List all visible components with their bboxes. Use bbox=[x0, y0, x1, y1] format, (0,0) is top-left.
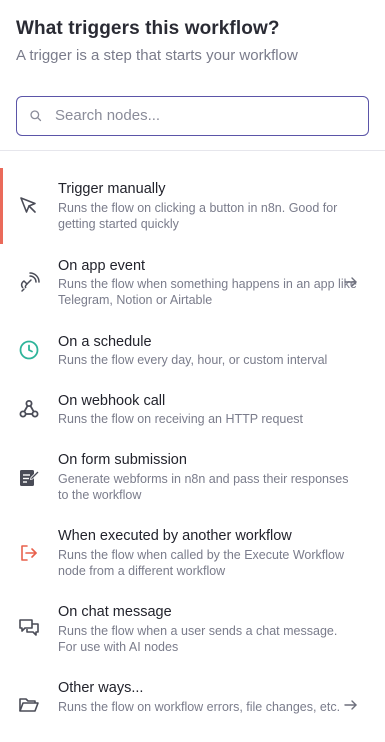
webhook-icon bbox=[19, 400, 39, 418]
panel-title: What triggers this workflow? bbox=[16, 18, 280, 39]
trigger-name: On app event bbox=[58, 258, 146, 274]
trigger-item-manual[interactable]: Trigger manually Runs the flow on clicki… bbox=[0, 168, 385, 244]
trigger-name: On webhook call bbox=[58, 393, 166, 409]
trigger-description: Generate webforms in n8n and pass their … bbox=[58, 472, 349, 502]
trigger-description: Runs the flow when something happens in … bbox=[58, 277, 357, 307]
clock-icon bbox=[19, 340, 39, 360]
trigger-name: On chat message bbox=[58, 604, 172, 620]
search-box[interactable] bbox=[16, 96, 369, 136]
trigger-name: On a schedule bbox=[58, 334, 152, 350]
arrow-right-icon bbox=[344, 277, 357, 287]
arrow-right-icon bbox=[344, 700, 357, 710]
trigger-description: Runs the flow every day, hour, or custom… bbox=[58, 353, 328, 367]
chat-icon bbox=[19, 619, 39, 636]
form-icon bbox=[20, 470, 40, 486]
trigger-item-form[interactable]: On form submission Generate webforms in … bbox=[0, 443, 385, 513]
app-event-icon bbox=[20, 272, 40, 292]
trigger-description: Runs the flow when a user sends a chat m… bbox=[58, 624, 338, 654]
trigger-name: When executed by another workflow bbox=[58, 528, 292, 544]
sign-in-icon bbox=[21, 545, 37, 561]
trigger-item-executed-by-workflow[interactable]: When executed by another workflow Runs t… bbox=[0, 519, 385, 589]
cursor-icon bbox=[20, 197, 36, 213]
search-input[interactable] bbox=[55, 97, 355, 134]
folder-open-icon bbox=[19, 698, 39, 712]
trigger-name: Trigger manually bbox=[58, 181, 166, 197]
trigger-item-other[interactable]: Other ways... Runs the flow on workflow … bbox=[0, 671, 385, 739]
trigger-description: Runs the flow on workflow errors, file c… bbox=[58, 700, 341, 714]
trigger-item-app-event[interactable]: On app event Runs the flow when somethin… bbox=[0, 248, 385, 318]
panel-subtitle: A trigger is a step that starts your wor… bbox=[16, 47, 298, 64]
active-indicator bbox=[0, 168, 3, 244]
trigger-name: On form submission bbox=[58, 452, 187, 468]
trigger-name: Other ways... bbox=[58, 680, 144, 696]
divider bbox=[0, 150, 385, 151]
trigger-item-webhook[interactable]: On webhook call Runs the flow on receivi… bbox=[0, 384, 385, 438]
trigger-item-chat[interactable]: On chat message Runs the flow when a use… bbox=[0, 595, 385, 665]
trigger-item-schedule[interactable]: On a schedule Runs the flow every day, h… bbox=[0, 324, 385, 378]
trigger-description: Runs the flow on clicking a button in n8… bbox=[58, 201, 338, 231]
trigger-panel: What triggers this workflow? A trigger i… bbox=[0, 0, 385, 742]
trigger-description: Runs the flow when called by the Execute… bbox=[58, 548, 345, 578]
trigger-description: Runs the flow on receiving an HTTP reque… bbox=[58, 412, 304, 426]
search-icon bbox=[30, 110, 42, 122]
